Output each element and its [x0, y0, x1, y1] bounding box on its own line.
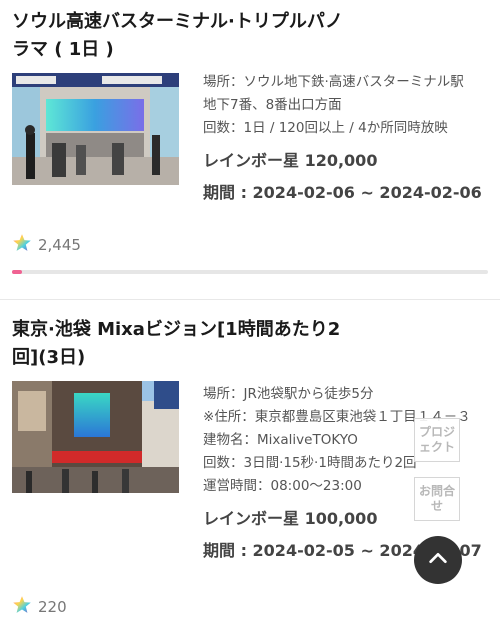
info-location: 場所：ソウル地下鉄·高速バスターミナル駅 [203, 74, 464, 90]
project-thumbnail[interactable] [12, 381, 179, 493]
project-button[interactable]: プロジェクト [414, 418, 460, 462]
project-thumbnail[interactable] [12, 73, 179, 185]
project-info: 場所：ソウル地下鉄·高速バスターミナル駅 地下7番、8番出口方面 回数：1日 /… [203, 71, 498, 206]
funding-progress-bar [12, 270, 488, 274]
thumbnail-image [12, 73, 179, 185]
project-title[interactable]: 東京·池袋 Mixaビジョン[1時間あたり2回](3日) [12, 316, 352, 372]
like-count: 2,445 [38, 236, 81, 254]
info-count: 回数：1日 / 120回以上 / 4か所同時放映 [203, 120, 448, 136]
like-count: 220 [38, 598, 67, 616]
rainbow-star-icon [12, 595, 32, 619]
info-location: 場所：JR池袋駅から徒歩5分 [203, 386, 374, 402]
funding-progress-fill [12, 270, 22, 274]
project-period: 期間 : 2024-02-06 ~ 2024-02-06 [203, 183, 482, 202]
inquiry-button[interactable]: お問合せ [414, 477, 460, 521]
like-stats: 220 [12, 595, 67, 619]
thumbnail-image [12, 381, 179, 493]
rainbow-star-icon [12, 233, 32, 257]
scroll-to-top-button[interactable] [414, 536, 462, 584]
project-price: レインボー星 120,000 [203, 151, 378, 170]
chevron-up-icon [427, 547, 449, 573]
like-stats: 2,445 [12, 233, 81, 257]
info-location-detail: 地下7番、8番出口方面 [203, 97, 342, 113]
project-title[interactable]: ソウル高速バスターミナル·トリプルパノラマ ( 1日 ) [12, 8, 352, 64]
project-info: 場所：JR池袋駅から徒歩5分 ※住所：東京都豊島区東池袋１丁目１４－３ 建物名：… [203, 383, 498, 564]
card-divider [0, 299, 500, 300]
